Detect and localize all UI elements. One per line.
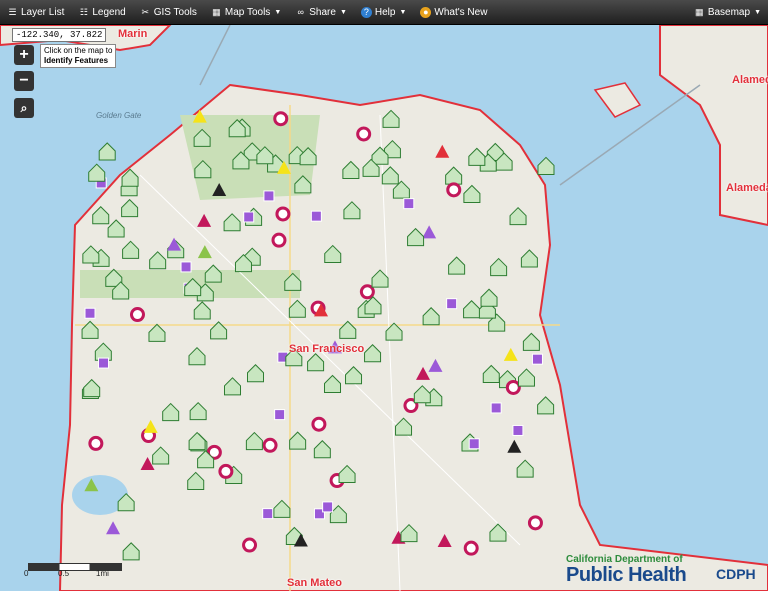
facility-circle-marker[interactable] <box>275 206 291 222</box>
facility-circle-marker[interactable] <box>88 435 104 451</box>
label-marin: Marin <box>118 28 148 40</box>
facility-square-marker[interactable] <box>243 211 255 223</box>
layer-list-button[interactable]: ☰ Layer List <box>0 0 71 24</box>
legend-icon: ☷ <box>79 6 88 17</box>
label-alameda-right: Alameda <box>726 182 768 194</box>
facility-circle-marker[interactable] <box>446 182 462 198</box>
map-tools-icon: ▦ <box>212 6 221 17</box>
facility-square-marker[interactable] <box>84 307 96 319</box>
top-toolbar: ☰ Layer List ☷ Legend ✂ GIS Tools ▦ Map Tool… <box>0 0 768 25</box>
facility-square-marker[interactable] <box>310 210 322 222</box>
facility-circle-marker[interactable] <box>262 437 278 453</box>
basemap-icon: ▦ <box>695 6 704 17</box>
layer-list-icon: ☰ <box>8 6 17 17</box>
facility-square-marker[interactable] <box>98 357 110 369</box>
facility-circle-marker[interactable] <box>273 111 289 127</box>
facility-square-marker[interactable] <box>262 508 274 520</box>
plus-icon: + <box>19 46 29 63</box>
scale-label-one: 1mi <box>96 569 109 578</box>
facility-circle-marker[interactable] <box>242 537 258 553</box>
scale-label-zero: 0 <box>24 569 29 578</box>
facility-square-marker[interactable] <box>274 409 286 421</box>
label-san-mateo: San Mateo <box>287 577 343 589</box>
chevron-down-icon: ▼ <box>274 8 282 16</box>
facility-square-marker[interactable] <box>490 402 502 414</box>
chevron-down-icon: ▼ <box>399 8 407 16</box>
facility-square-marker[interactable] <box>468 438 480 450</box>
chevron-down-icon: ▼ <box>339 8 347 16</box>
facility-square-marker[interactable] <box>180 261 192 273</box>
facility-square-marker[interactable] <box>531 353 543 365</box>
facility-circle-marker[interactable] <box>311 416 327 432</box>
coordinate-readout: -122.340, 37.822 <box>12 28 107 42</box>
facility-circle-marker[interactable] <box>271 232 287 248</box>
map-canvas[interactable]: San Francisco Marin Alameda Alameda San … <box>0 25 768 591</box>
facility-circle-marker[interactable] <box>356 126 372 142</box>
facility-circle-marker[interactable] <box>129 307 145 323</box>
scale-label-half: 0.5 <box>58 569 70 578</box>
help-button[interactable]: ? Help ▼ <box>354 0 414 24</box>
cdph-logo: California Department of Public Health C… <box>566 554 756 586</box>
basemap-button[interactable]: ▦ Basemap ▼ <box>687 0 768 24</box>
facility-square-marker[interactable] <box>263 190 275 202</box>
map-tools-button[interactable]: ▦ Map Tools ▼ <box>204 0 288 24</box>
facility-circle-marker[interactable] <box>463 540 479 556</box>
label-alameda-top: Alameda <box>732 74 768 86</box>
gis-tools-button[interactable]: ✂ GIS Tools <box>133 0 204 24</box>
facility-square-marker[interactable] <box>322 501 334 513</box>
map-svg <box>0 25 768 591</box>
minus-icon: − <box>19 72 29 89</box>
search-icon: ⌕ <box>20 100 28 115</box>
facility-circle-marker[interactable] <box>218 463 234 479</box>
share-icon: ∞ <box>297 7 304 17</box>
whats-new-icon: ● <box>420 6 432 18</box>
label-golden-gate: Golden Gate <box>96 111 142 120</box>
facility-circle-marker[interactable] <box>527 515 543 531</box>
facility-square-marker[interactable] <box>512 424 524 436</box>
facility-circle-marker[interactable] <box>505 379 521 395</box>
help-icon: ? <box>360 6 372 18</box>
chevron-down-icon: ▼ <box>754 8 761 16</box>
legend-button[interactable]: ☷ Legend <box>71 0 132 24</box>
identify-hint: Click on the map to Identify Features <box>40 44 117 68</box>
zoom-in-button[interactable]: + <box>14 45 34 65</box>
whats-new-button[interactable]: ● What's New <box>413 0 494 24</box>
facility-square-marker[interactable] <box>403 198 415 210</box>
gis-tools-icon: ✂ <box>141 6 149 17</box>
label-san-francisco: San Francisco <box>289 343 365 355</box>
search-button[interactable]: ⌕ <box>14 98 34 118</box>
share-button[interactable]: ∞ Share ▼ <box>288 0 354 24</box>
zoom-out-button[interactable]: − <box>14 71 34 91</box>
facility-square-marker[interactable] <box>446 298 458 310</box>
